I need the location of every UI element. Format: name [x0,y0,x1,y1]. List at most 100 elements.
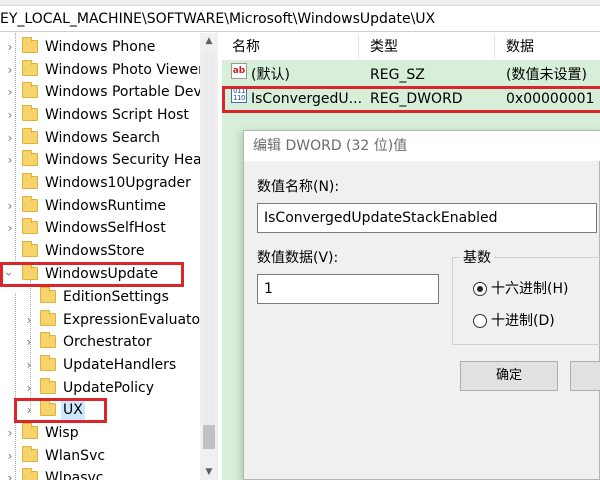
folder-icon [22,241,38,257]
folder-icon [22,82,38,98]
chevron-right-icon[interactable]: › [4,422,16,444]
chevron-right-icon[interactable]: › [4,195,16,217]
folder-icon [22,60,38,76]
chevron-right-icon[interactable]: › [23,309,35,331]
folder-icon [22,468,38,480]
tree-item-label: EditionSettings [63,289,169,305]
folder-icon [40,332,56,348]
tree-item-expressionevaluator[interactable]: › ExpressionEvaluator [0,309,206,331]
tree-item-windowsselfhost[interactable]: › WindowsSelfHost [0,217,200,239]
chevron-right-icon[interactable]: › [23,354,35,376]
tree-item-label: Windows Phone [45,39,156,55]
scrollbar-track[interactable] [203,51,215,427]
column-headers: 名称 类型 数据 [222,33,600,61]
value-name: (默认) [251,67,290,83]
value-name-field[interactable]: IsConvergedUpdateStackEnabled [257,203,597,233]
column-divider[interactable] [494,35,495,59]
folder-icon [22,37,38,53]
tree-item-wlpasvc[interactable]: › Wlpasvc [0,467,200,480]
tree-item-label: Windows Search [45,130,161,146]
tree-item-label: Windows Script Host [45,107,189,123]
folder-icon [22,128,38,144]
decimal-label[interactable]: 十进制(D) [491,312,555,330]
column-header-type[interactable]: 类型 [370,33,398,61]
tree-item-label: UpdatePolicy [63,380,154,396]
tree-item-label: Windows Photo Viewer [45,62,204,78]
folder-icon [22,150,38,166]
tree-item-label: Windows Portable Devi [45,84,206,100]
tree-item-label: WlanSvc [45,448,106,464]
highlight-windowsupdate [0,262,184,287]
tree-item-windows10upgrader[interactable]: Windows10Upgrader [0,172,200,194]
value-type: REG_SZ [370,67,425,83]
folder-icon [40,310,56,326]
chevron-right-icon[interactable]: › [4,217,16,239]
chevron-right-icon[interactable]: › [4,149,16,171]
chevron-right-icon[interactable]: › [23,377,35,399]
tree-item-windows-security-health[interactable]: › Windows Security Healt [0,149,211,171]
folder-icon [40,287,56,303]
column-header-name[interactable]: 名称 [232,33,260,61]
scrollbar-thumb[interactable] [203,425,215,449]
folder-icon [22,196,38,212]
address-bar[interactable]: EY_LOCAL_MACHINE\SOFTWARE\Microsoft\Wind… [0,6,600,32]
value-name-label: 数值名称(N): [257,179,340,195]
tree-scrollbar[interactable]: ▲ ▼ [200,33,218,480]
tree-item-windows-portable-devices[interactable]: › Windows Portable Devi [0,81,206,103]
tree-item-label: WindowsStore [45,243,145,259]
chevron-right-icon[interactable]: › [4,59,16,81]
hex-label[interactable]: 十六进制(H) [491,280,568,298]
scroll-up-icon[interactable]: ▲ [200,33,218,49]
tree-item-label: UpdateHandlers [63,357,177,373]
tree-item-editionsettings[interactable]: EditionSettings [0,286,200,308]
edit-dword-dialog: 编辑 DWORD (32 位)值 数值名称(N): IsConvergedUpd… [243,130,600,480]
tree-item-windows-photo-viewer[interactable]: › Windows Photo Viewer [0,59,204,81]
value-data: (数值未设置) [506,67,587,83]
string-value-icon: ab [231,63,247,79]
dialog-title: 编辑 DWORD (32 位)值 [244,131,600,161]
tree-item-orchestrator[interactable]: › Orchestrator [0,331,200,353]
chevron-right-icon[interactable]: › [4,104,16,126]
cancel-button[interactable] [570,361,600,391]
hex-radio[interactable] [473,282,487,296]
decimal-radio[interactable] [473,314,487,328]
highlight-value-row [222,86,600,113]
scroll-down-icon[interactable]: ▼ [200,464,218,480]
chevron-right-icon[interactable]: › [4,36,16,58]
tree-item-label: Windows Security Healt [45,152,211,168]
tree-item-label: Orchestrator [63,334,152,350]
folder-icon [22,105,38,121]
chevron-right-icon[interactable]: › [23,331,35,353]
tree-item-windows-phone[interactable]: › Windows Phone [0,36,200,58]
tree-item-label: ExpressionEvaluator [63,312,206,328]
tree-item-updatepolicy[interactable]: › UpdatePolicy [0,377,200,399]
tree-item-windowsstore[interactable]: WindowsStore [0,240,200,262]
folder-icon [22,446,38,462]
base-label: 基数 [460,249,494,267]
column-header-data[interactable]: 数据 [506,33,534,61]
column-divider[interactable] [358,35,359,59]
chevron-right-icon[interactable]: › [4,81,16,103]
tree-item-wisp[interactable]: › Wisp [0,422,200,444]
ok-button[interactable]: 确定 [460,361,558,391]
folder-icon [22,423,38,439]
tree-item-label: WindowsRuntime [45,198,166,214]
folder-icon [40,355,56,371]
value-row-default[interactable]: ab (默认) REG_SZ (数值未设置) [222,63,600,87]
chevron-right-icon[interactable]: › [4,445,16,467]
tree-item-windows-script-host[interactable]: › Windows Script Host [0,104,200,126]
value-data-field[interactable]: 1 [257,274,439,304]
tree-item-windowsruntime[interactable]: › WindowsRuntime [0,195,200,217]
tree-item-label: Windows10Upgrader [45,175,191,191]
highlight-ux [14,398,107,423]
tree-item-label: WindowsSelfHost [45,220,166,236]
chevron-right-icon[interactable]: › [4,467,16,480]
tree-item-wlansvc[interactable]: › WlanSvc [0,445,200,467]
folder-icon [22,218,38,234]
tree-item-label: Wisp [45,425,79,441]
base-group [452,257,600,345]
tree-item-windows-search[interactable]: › Windows Search [0,127,200,149]
folder-icon [22,173,38,189]
chevron-right-icon[interactable]: › [4,127,16,149]
tree-item-updatehandlers[interactable]: › UpdateHandlers [0,354,200,376]
